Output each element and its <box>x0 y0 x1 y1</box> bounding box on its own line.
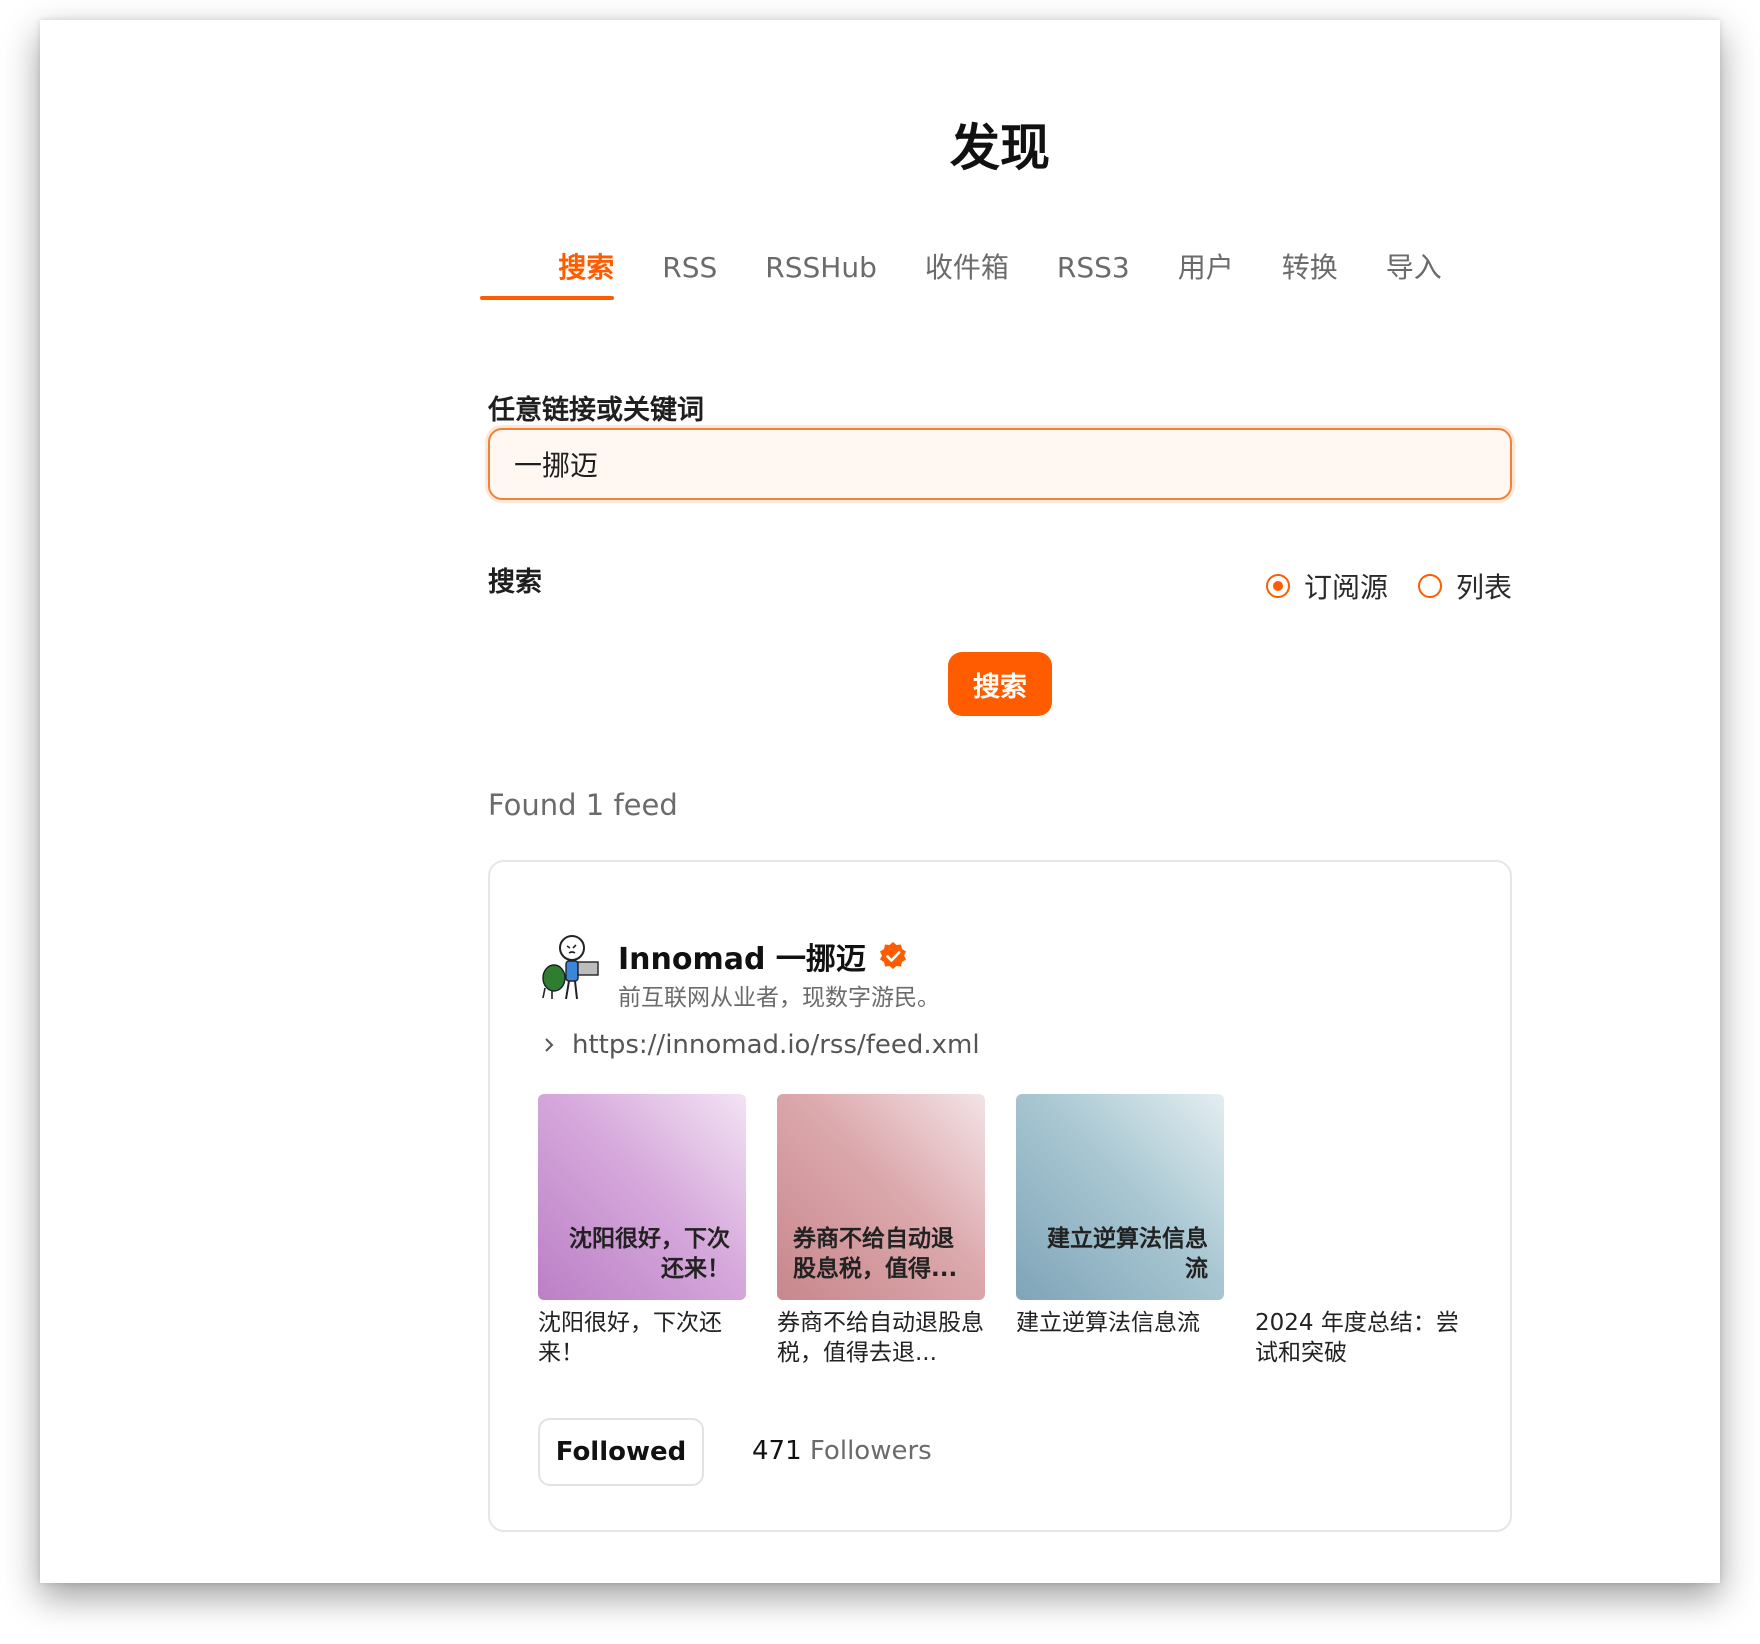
radio-feed-label: 订阅源 <box>1303 571 1388 604</box>
entry-card[interactable]: 2024 年度总结：尝试和突破 <box>1255 1094 1463 1368</box>
entry-thumbnail: 建立逆算法信息流 <box>1016 1094 1224 1300</box>
followers-number: 471 <box>752 1436 802 1466</box>
search-type-radio-group: 订阅源 列表 <box>1265 566 1512 606</box>
entry-title: 2024 年度总结：尝试和突破 <box>1255 1310 1459 1366</box>
tab-rss[interactable]: RSS <box>638 246 741 300</box>
entry-title: 建立逆算法信息流 <box>1016 1310 1200 1336</box>
search-button[interactable]: 搜索 <box>948 652 1052 716</box>
page-title: 发现 <box>950 119 1050 177</box>
tab-import[interactable]: 导入 <box>1362 246 1466 300</box>
entry-card[interactable]: 建立逆算法信息流 建立逆算法信息流 <box>1016 1094 1224 1338</box>
radio-list-label: 列表 <box>1455 571 1512 604</box>
radio-feed[interactable]: 订阅源 <box>1265 566 1388 606</box>
entry-thumbnail-empty <box>1255 1094 1463 1300</box>
tab-rsshub[interactable]: RSSHub <box>741 246 901 300</box>
entry-thumbnail-text: 建立逆算法信息流 <box>1047 1226 1208 1282</box>
entry-title: 券商不给自动退股息税，值得去退... <box>777 1310 984 1366</box>
radio-checked-icon <box>1265 574 1290 598</box>
verified-badge-icon <box>879 942 906 969</box>
entry-card[interactable]: 券商不给自动退股息税，值得... 券商不给自动退股息税，值得去退... <box>777 1094 985 1368</box>
app-window: 发现 搜索 RSS RSSHub 收件箱 RSS3 用户 转换 导入 任意链接或… <box>40 20 1720 1583</box>
tab-rss3[interactable]: RSS3 <box>1033 246 1154 300</box>
entry-thumbnail: 券商不给自动退股息税，值得... <box>777 1094 985 1300</box>
entry-title: 沈阳很好，下次还来！ <box>538 1310 722 1366</box>
keyword-input[interactable] <box>488 428 1512 500</box>
followed-button[interactable]: Followed <box>538 1418 704 1486</box>
feed-title-text: Innomad 一挪迈 <box>618 942 866 977</box>
search-type-label: 搜索 <box>488 567 542 598</box>
feed-url-row[interactable]: https://innomad.io/rss/feed.xml <box>542 1030 980 1060</box>
tab-search[interactable]: 搜索 <box>480 246 638 300</box>
radio-unchecked-icon <box>1417 574 1442 598</box>
entry-card[interactable]: 沈阳很好，下次还来！ 沈阳很好，下次还来！ <box>538 1094 746 1368</box>
followers-count: 471 Followers <box>752 1436 932 1466</box>
feed-url-text: https://innomad.io/rss/feed.xml <box>572 1030 980 1060</box>
feed-avatar <box>542 935 599 1000</box>
feed-title[interactable]: Innomad 一挪迈 <box>618 934 908 978</box>
feed-entries: 沈阳很好，下次还来！ 沈阳很好，下次还来！ 券商不给自动退股息税，值得... 券… <box>538 1094 1498 1366</box>
entry-thumbnail-text: 沈阳很好，下次还来！ <box>569 1226 730 1282</box>
feed-card[interactable]: Innomad 一挪迈 前互联网从业者，现数字游民。 https://innom… <box>488 860 1512 1532</box>
entry-thumbnail-text: 券商不给自动退股息税，值得... <box>793 1226 958 1282</box>
tab-bar: 搜索 RSS RSSHub 收件箱 RSS3 用户 转换 导入 <box>480 246 1512 310</box>
found-count-text: Found 1 feed <box>488 788 678 822</box>
tab-inbox[interactable]: 收件箱 <box>901 246 1033 300</box>
radio-list[interactable]: 列表 <box>1417 566 1512 606</box>
feed-description: 前互联网从业者，现数字游民。 <box>618 985 940 1011</box>
followers-label: Followers <box>809 1436 932 1466</box>
tab-user[interactable]: 用户 <box>1154 246 1258 300</box>
entry-thumbnail: 沈阳很好，下次还来！ <box>538 1094 746 1300</box>
chevron-right-icon <box>545 1038 554 1052</box>
keyword-field-label: 任意链接或关键词 <box>488 395 704 426</box>
tab-transform[interactable]: 转换 <box>1258 246 1362 300</box>
